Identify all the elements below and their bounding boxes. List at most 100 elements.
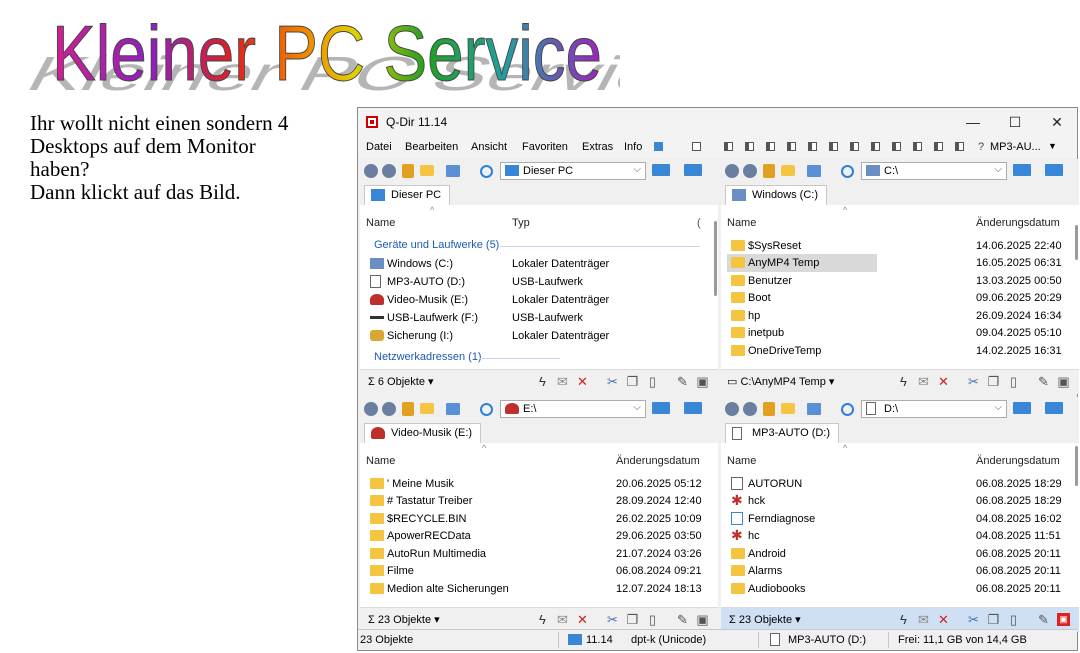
chevron-down-icon[interactable]: ⌵ <box>994 402 1002 413</box>
list-item[interactable]: ✱ hck 06.08.2025 18:29 <box>721 492 1079 510</box>
maximize-button[interactable]: ☐ <box>1000 112 1030 132</box>
group-header[interactable]: Netzwerkadressen (1) <box>374 351 482 363</box>
column-header-typ[interactable]: Typ <box>512 217 530 229</box>
layout-7-icon[interactable] <box>850 142 859 151</box>
view-icon[interactable] <box>446 165 460 177</box>
view-icon[interactable] <box>807 403 821 415</box>
layout-4-icon[interactable] <box>787 142 796 151</box>
address-field[interactable]: C:\ ⌵ <box>861 162 1007 180</box>
new-folder-icon[interactable] <box>781 403 795 414</box>
cut-icon[interactable]: ✂ <box>967 375 980 388</box>
new-folder-icon[interactable] <box>420 403 434 414</box>
menu-datei[interactable]: Datei <box>366 141 392 153</box>
column-header-name[interactable]: Name <box>727 455 756 467</box>
column-header-name[interactable]: Name <box>727 217 756 229</box>
list-item[interactable]: Benutzer 13.03.2025 00:50 <box>721 272 1079 290</box>
rename-icon[interactable]: ✎ <box>676 613 689 626</box>
chevron-down-icon[interactable]: ⌵ <box>994 164 1002 175</box>
forward-icon[interactable] <box>743 164 757 178</box>
mail-icon[interactable]: ✉ <box>556 375 569 388</box>
layout-2-icon[interactable] <box>745 142 754 151</box>
file-list[interactable]: Name ^ Änderungsdatum AUTORUN 06.08.2025 … <box>721 443 1079 608</box>
refresh-icon[interactable] <box>841 165 854 178</box>
list-item[interactable]: Video-Musik (E:) Lokaler Datenträger <box>360 291 718 309</box>
column-header-more[interactable]: ( <box>697 217 701 229</box>
list-item[interactable]: USB-Laufwerk (F:) USB-Laufwerk <box>360 309 718 327</box>
rename-icon[interactable]: ✎ <box>676 375 689 388</box>
cut-icon[interactable]: ✂ <box>606 613 619 626</box>
list-item[interactable]: Sicherung (I:) Lokaler Datenträger <box>360 327 718 345</box>
help-icon[interactable]: ? <box>978 141 984 153</box>
pane-view-icon[interactable] <box>652 164 670 176</box>
layout-1-icon[interactable] <box>724 142 733 151</box>
new-folder-icon[interactable] <box>781 165 795 176</box>
view-icon[interactable] <box>446 403 460 415</box>
forward-icon[interactable] <box>382 402 396 416</box>
mail-icon[interactable]: ✉ <box>917 375 930 388</box>
list-item[interactable]: $RECYCLE.BIN 26.02.2025 10:09 <box>360 510 718 528</box>
paste-icon[interactable]: ▯ <box>646 613 659 626</box>
pane-menu-icon[interactable] <box>684 402 702 414</box>
group-header[interactable]: Geräte und Laufwerke (5) <box>374 239 499 251</box>
copy-icon[interactable]: ❐ <box>987 613 1000 626</box>
layout-icon[interactable] <box>654 142 663 151</box>
back-icon[interactable] <box>725 402 739 416</box>
list-item[interactable]: hp 26.09.2024 16:34 <box>721 307 1079 325</box>
list-item[interactable]: Ferndiagnose 04.08.2025 16:02 <box>721 510 1079 528</box>
close-button[interactable]: ✕ <box>1042 112 1072 132</box>
scrollbar[interactable] <box>1075 225 1078 260</box>
refresh-icon[interactable] <box>841 403 854 416</box>
grid-icon[interactable] <box>692 142 701 151</box>
title-bar[interactable]: Q-Dir 11.14 — ☐ ✕ <box>358 108 1077 136</box>
list-item[interactable]: ApowerRECData 29.06.2025 03:50 <box>360 527 718 545</box>
layout-5-icon[interactable] <box>808 142 817 151</box>
paste-icon[interactable]: ▯ <box>1007 375 1020 388</box>
layout-10-icon[interactable] <box>913 142 922 151</box>
pane-view-icon[interactable] <box>652 402 670 414</box>
paste-icon[interactable]: ▯ <box>1007 613 1020 626</box>
qdir-window[interactable]: Q-Dir 11.14 — ☐ ✕ Datei Bearbeiten Ansic… <box>357 107 1079 651</box>
chevron-down-icon[interactable]: ⌵ <box>633 402 641 413</box>
back-icon[interactable] <box>725 164 739 178</box>
view-icon[interactable] <box>807 165 821 177</box>
lightning-icon[interactable]: ϟ <box>536 613 549 626</box>
properties-icon[interactable]: ▣ <box>1057 613 1070 626</box>
pane-top-right[interactable]: C:\ ⌵ Windows (C:) Name ^ Änderungsdatum… <box>721 159 1079 394</box>
layout-11-icon[interactable] <box>934 142 943 151</box>
properties-icon[interactable]: ▣ <box>1057 375 1070 388</box>
delete-icon[interactable]: ✕ <box>937 375 950 388</box>
forward-icon[interactable] <box>382 164 396 178</box>
list-item[interactable]: AutoRun Multimedia 21.07.2024 03:26 <box>360 545 718 563</box>
column-header-name[interactable]: Name <box>366 217 395 229</box>
pane-menu-icon[interactable] <box>1045 164 1063 176</box>
rename-icon[interactable]: ✎ <box>1037 375 1050 388</box>
delete-icon[interactable]: ✕ <box>576 375 589 388</box>
layout-12-icon[interactable] <box>955 142 964 151</box>
list-item[interactable]: MP3-AUTO (D:) USB-Laufwerk <box>360 273 718 291</box>
address-field[interactable]: Dieser PC ⌵ <box>500 162 646 180</box>
mail-icon[interactable]: ✉ <box>556 613 569 626</box>
menu-extras[interactable]: Extras <box>582 141 613 153</box>
tab-video-musik[interactable]: Video-Musik (E:) <box>364 423 482 443</box>
chevron-down-icon[interactable]: ▼ <box>1048 141 1057 151</box>
menu-favoriten[interactable]: Favoriten <box>522 141 568 153</box>
up-icon[interactable] <box>402 164 414 178</box>
paste-icon[interactable]: ▯ <box>646 375 659 388</box>
list-item[interactable]: Audiobooks 06.08.2025 20:11 <box>721 580 1079 598</box>
copy-icon[interactable]: ❐ <box>626 375 639 388</box>
lightning-icon[interactable]: ϟ <box>897 375 910 388</box>
pane-top-left[interactable]: Dieser PC ⌵ Dieser PC Name ^ Typ ( Gerät… <box>360 159 718 394</box>
copy-icon[interactable]: ❐ <box>987 375 1000 388</box>
list-item[interactable]: ' Meine Musik 20.06.2025 05:12 <box>360 475 718 493</box>
list-item[interactable]: Medion alte Sicherungen 12.07.2024 18:13 <box>360 580 718 598</box>
pane-menu-icon[interactable] <box>1045 402 1063 414</box>
pane-bottom-right[interactable]: D:\ ⌵ MP3-AUTO (D:) Name ^ Änderungsdatu… <box>721 397 1079 632</box>
address-field[interactable]: E:\ ⌵ <box>500 400 646 418</box>
layout-3-icon[interactable] <box>766 142 775 151</box>
list-item[interactable]: OneDriveTemp 14.02.2025 16:31 <box>721 342 1079 360</box>
column-header-date[interactable]: Änderungsdatum <box>616 455 700 467</box>
lightning-icon[interactable]: ϟ <box>897 613 910 626</box>
cut-icon[interactable]: ✂ <box>606 375 619 388</box>
drive-favorite-menu[interactable]: MP3-AU... <box>990 141 1041 153</box>
delete-icon[interactable]: ✕ <box>937 613 950 626</box>
